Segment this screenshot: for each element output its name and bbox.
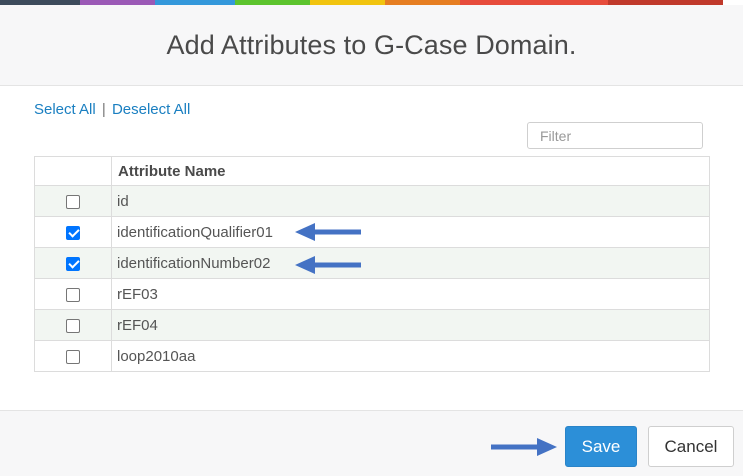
checkbox-cell [34, 185, 112, 217]
right-arrow-icon [491, 438, 557, 456]
attributes-table: Attribute Name id identificationQualifie… [34, 156, 710, 372]
dialog-footer: Save Cancel [0, 410, 743, 476]
checkbox-cell [34, 278, 112, 310]
attribute-name: id [111, 185, 710, 217]
dialog-header: Add Attributes to G-Case Domain. [0, 5, 743, 86]
checkbox-cell [34, 216, 112, 248]
dialog-title: Add Attributes to G-Case Domain. [166, 29, 577, 60]
row-checkbox[interactable] [66, 256, 80, 271]
select-all-link[interactable]: Select All [34, 101, 96, 118]
checkbox-column-header [34, 156, 112, 186]
save-button[interactable]: Save [565, 426, 637, 467]
row-checkbox[interactable] [66, 194, 80, 209]
attribute-name-header: Attribute Name [111, 156, 710, 186]
link-separator: | [101, 101, 106, 118]
table-header-row: Attribute Name [34, 156, 710, 186]
attribute-name: identificationNumber02 [111, 247, 710, 279]
row-checkbox[interactable] [66, 225, 80, 240]
attribute-name: identificationQualifier01 [111, 216, 710, 248]
left-arrow-icon [295, 256, 361, 274]
selection-links: Select All | Deselect All [34, 101, 190, 118]
cancel-button[interactable]: Cancel [648, 426, 734, 467]
table-row: id [34, 185, 710, 217]
add-attributes-dialog: Add Attributes to G-Case Domain. Select … [0, 0, 743, 476]
deselect-all-link[interactable]: Deselect All [112, 101, 190, 118]
checkbox-cell [34, 309, 112, 341]
row-checkbox[interactable] [66, 287, 80, 302]
table-row: loop2010aa [34, 340, 710, 372]
attribute-name: rEF03 [111, 278, 710, 310]
attribute-name: loop2010aa [111, 340, 710, 372]
left-arrow-icon [295, 223, 361, 241]
checkbox-cell [34, 340, 112, 372]
table-row: identificationNumber02 [34, 247, 710, 279]
table-row: rEF04 [34, 309, 710, 341]
row-checkbox[interactable] [66, 318, 80, 333]
filter-input[interactable] [527, 122, 703, 149]
table-row: identificationQualifier01 [34, 216, 710, 248]
attribute-name: rEF04 [111, 309, 710, 341]
checkbox-cell [34, 247, 112, 279]
table-row: rEF03 [34, 278, 710, 310]
row-checkbox[interactable] [66, 349, 80, 364]
